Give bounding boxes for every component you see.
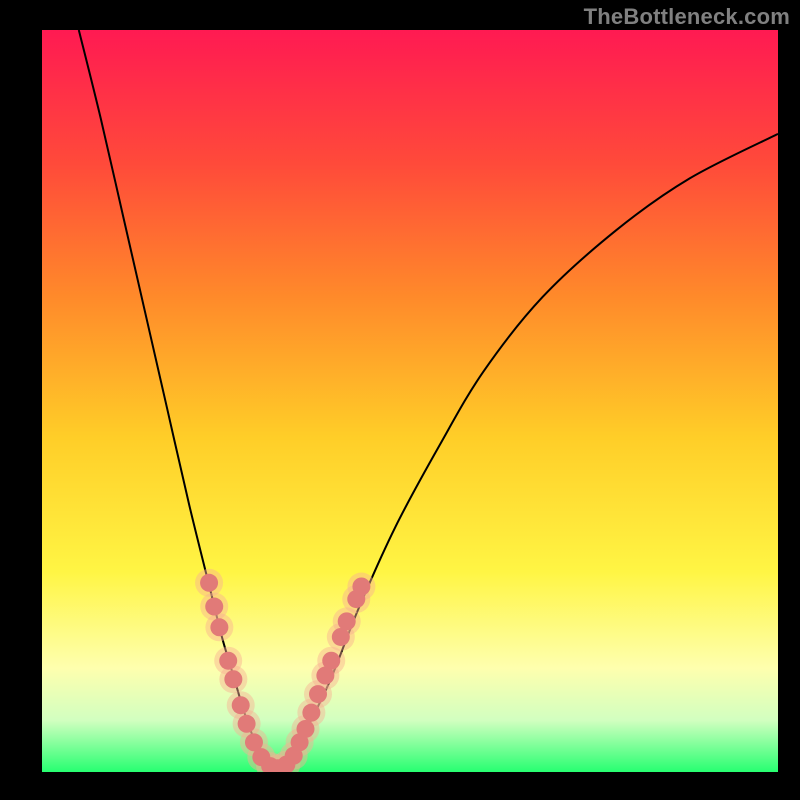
bottleneck-curve: [79, 30, 778, 768]
curve-marker: [332, 628, 350, 646]
chart-stage: TheBottleneck.com: [0, 0, 800, 800]
curve-marker: [302, 704, 320, 722]
curve-marker: [322, 652, 340, 670]
curve-marker: [232, 696, 250, 714]
curve-marker: [205, 598, 223, 616]
curve-marker: [352, 578, 370, 596]
curve-layer: [42, 30, 778, 772]
plot-area: [42, 30, 778, 772]
curve-marker: [296, 720, 314, 738]
curve-marker: [200, 574, 218, 592]
curve-marker: [238, 715, 256, 733]
curve-marker: [309, 685, 327, 703]
watermark-text: TheBottleneck.com: [584, 4, 790, 30]
curve-marker: [210, 618, 228, 636]
curve-marker: [219, 652, 237, 670]
curve-marker: [338, 612, 356, 630]
curve-marker: [224, 670, 242, 688]
